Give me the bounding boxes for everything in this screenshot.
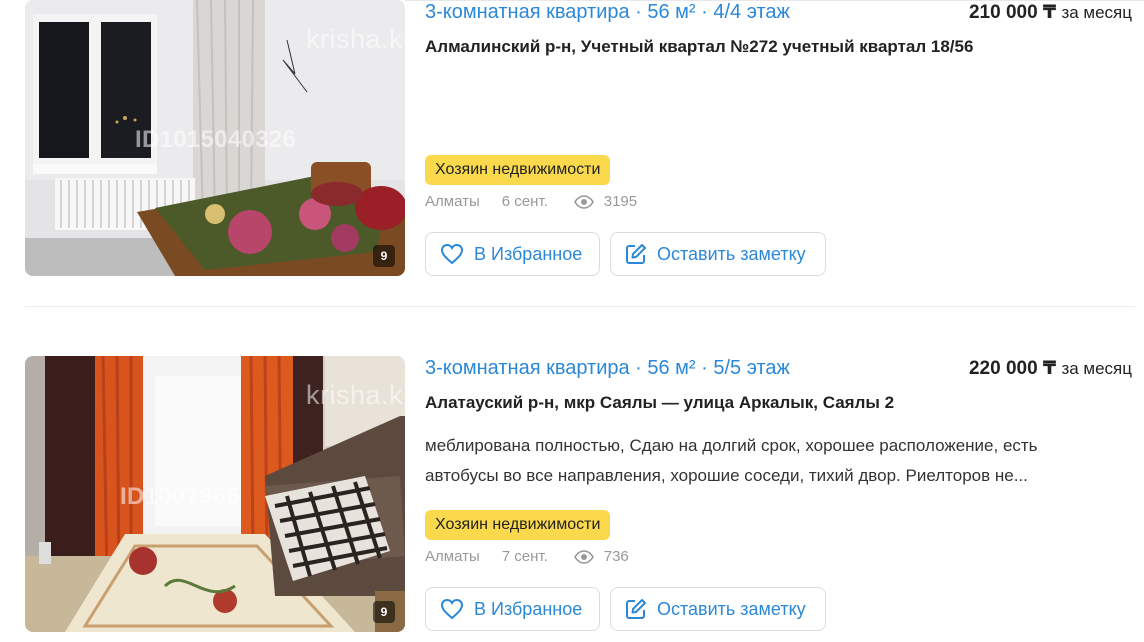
listing-address: Алмалинский р-н, Учетный квартал №272 уч…: [425, 37, 974, 56]
favorite-label: В Избранное: [474, 243, 583, 264]
listing-city: Алматы: [425, 193, 480, 210]
listing-description: меблирована полностью, Сдаю на долгий ср…: [425, 436, 1038, 485]
views-count: 736: [603, 548, 629, 565]
listing-address: Алатауский р-н, мкр Саялы — улица Аркалы…: [425, 393, 895, 412]
listing-card: krisha.k ID1015040326 9 3-комнатная квар…: [0, 0, 1144, 307]
heart-icon: [440, 598, 464, 620]
listing-divider: [25, 306, 1135, 307]
listing-photo[interactable]: krisha.k ID1007966 9: [25, 356, 405, 632]
photo-count-badge: 9: [373, 601, 395, 623]
leave-note-button[interactable]: Оставить заметку: [610, 587, 826, 631]
price-period: за месяц: [1061, 3, 1132, 22]
listing-card: krisha.k ID1007966 9 3-комнатная квартир…: [0, 346, 1144, 642]
watermark-id: ID1015040326: [135, 126, 297, 153]
views-counter: 736: [573, 548, 629, 565]
listing-title-link[interactable]: 3-комнатная квартира · 56 м² · 4/4 этаж: [425, 1, 790, 24]
add-to-favorites-button[interactable]: В Избранное: [425, 587, 600, 631]
eye-icon: [573, 194, 594, 209]
search-results-page: krisha.k ID1015040326 9 3-комнатная квар…: [0, 0, 1144, 642]
listing-meta: Алматы 6 сент. 3195: [425, 193, 637, 210]
price-period: за месяц: [1061, 359, 1132, 378]
listing-photo[interactable]: krisha.k ID1015040326 9: [25, 0, 405, 276]
price-amount: 210 000 ₸: [968, 2, 1057, 23]
add-to-favorites-button[interactable]: В Избранное: [425, 232, 600, 276]
listing-date: 6 сент.: [501, 193, 548, 210]
listing-meta: Алматы 7 сент. 736: [425, 548, 629, 565]
watermark-id: ID1007966: [120, 483, 241, 510]
views-count: 3195: [603, 193, 638, 210]
leave-note-button[interactable]: Оставить заметку: [610, 232, 826, 276]
watermark-logo: krisha.k: [305, 24, 403, 54]
favorite-label: В Избранное: [474, 598, 583, 619]
edit-note-icon: [626, 244, 646, 264]
price-amount: 220 000 ₸: [968, 358, 1057, 379]
owner-badge: Хозяин недвижимости: [425, 155, 611, 185]
listing-price: 210 000 ₸ за месяц: [969, 1, 1132, 24]
photo-count-badge: 9: [373, 245, 395, 267]
listing-city: Алматы: [425, 548, 480, 565]
listing-date: 7 сент.: [501, 548, 548, 565]
eye-icon: [573, 549, 594, 564]
views-counter: 3195: [573, 193, 638, 210]
owner-badge: Хозяин недвижимости: [425, 510, 611, 540]
watermark-logo: krisha.k: [305, 380, 403, 410]
listing-price: 220 000 ₸ за месяц: [969, 357, 1132, 380]
listing-title-link[interactable]: 3-комнатная квартира · 56 м² · 5/5 этаж: [425, 357, 790, 380]
edit-note-icon: [626, 599, 646, 619]
note-label: Оставить заметку: [657, 598, 806, 619]
note-label: Оставить заметку: [657, 243, 806, 264]
heart-icon: [440, 243, 464, 265]
